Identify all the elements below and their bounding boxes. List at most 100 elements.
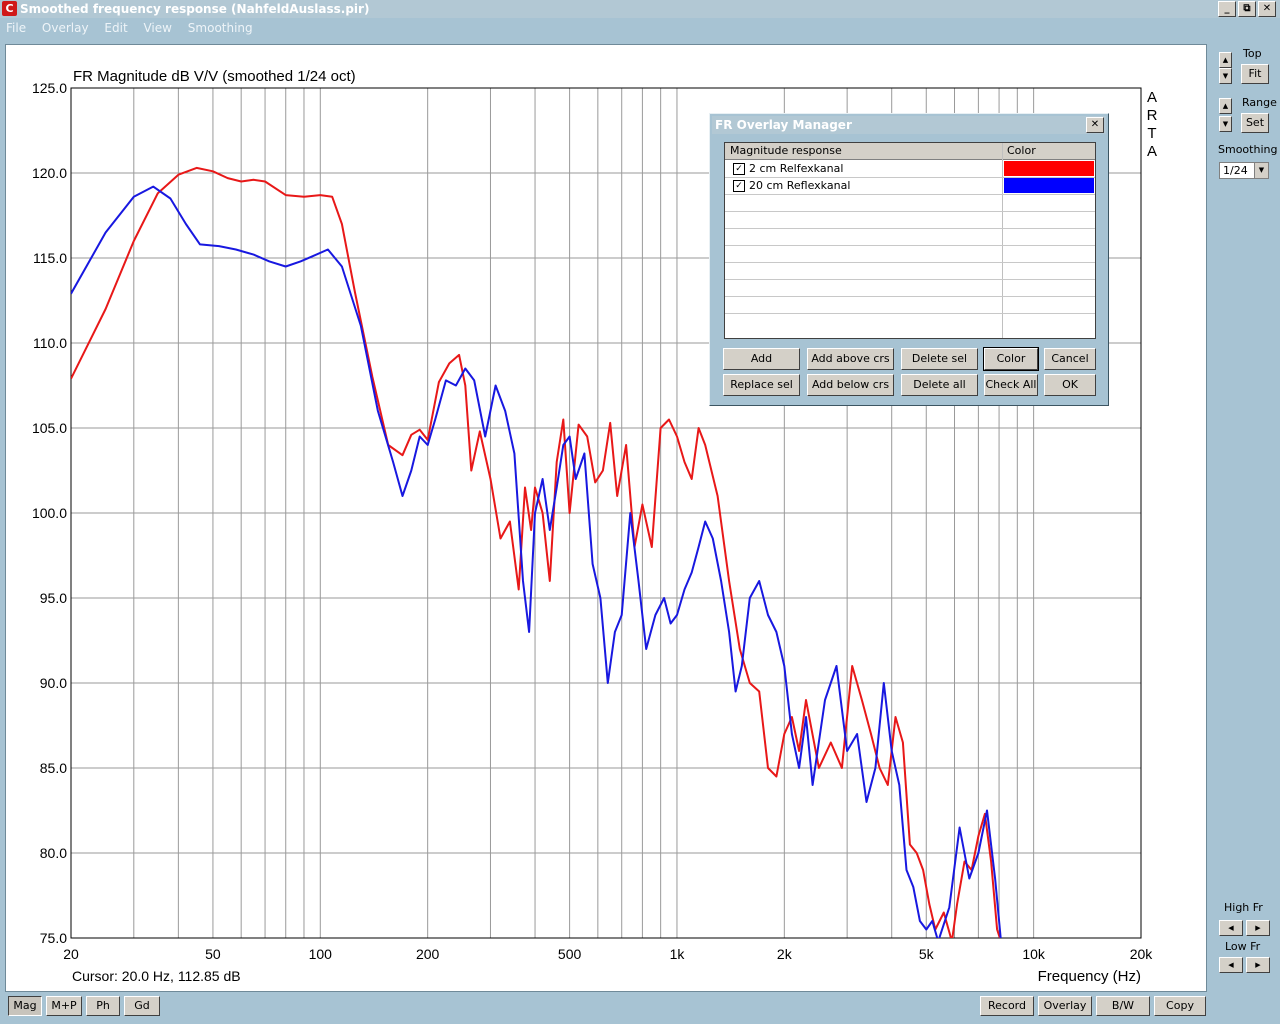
title-bar: C Smoothed frequency response (NahfeldAu… bbox=[0, 0, 1280, 18]
empty-row[interactable] bbox=[725, 262, 1095, 280]
cursor-readout: Cursor: 20.0 Hz, 112.85 dB bbox=[72, 968, 241, 984]
empty-row[interactable] bbox=[725, 296, 1095, 314]
overlay-row-label: 20 cm Reflexkanal bbox=[749, 179, 851, 192]
dialog-title: FR Overlay Manager bbox=[715, 118, 852, 132]
y-tick-label: 85.0 bbox=[40, 760, 67, 776]
y-tick-label: 120.0 bbox=[32, 165, 67, 181]
x-tick-label: 20k bbox=[1130, 946, 1154, 962]
chart-title: FR Magnitude dB V/V (smoothed 1/24 oct) bbox=[73, 68, 356, 85]
empty-row[interactable] bbox=[725, 211, 1095, 229]
overlay-list[interactable]: Magnitude response Color ✓ 2 cm Relfexka… bbox=[724, 142, 1096, 339]
x-tick-label: 2k bbox=[777, 946, 793, 962]
y-tick-label: 115.0 bbox=[33, 250, 67, 266]
menu-bar: File Overlay Edit View Smoothing bbox=[0, 19, 1280, 37]
window-title: Smoothed frequency response (NahfeldAusl… bbox=[20, 2, 370, 16]
top-down-spinner[interactable]: ▼ bbox=[1219, 68, 1232, 84]
overlay-row[interactable]: ✓ 2 cm Relfexkanal bbox=[725, 160, 1095, 178]
overlay-row[interactable]: ✓ 20 cm Reflexkanal bbox=[725, 177, 1095, 195]
chevron-down-icon[interactable]: ▼ bbox=[1254, 163, 1268, 178]
add-button[interactable]: Add bbox=[723, 348, 800, 370]
smoothing-select[interactable]: 1/24 ▼ bbox=[1219, 162, 1269, 179]
low-fr-right-spinner[interactable]: ▶ bbox=[1246, 957, 1270, 973]
low-fr-left-spinner[interactable]: ◀ bbox=[1219, 957, 1243, 973]
empty-row[interactable] bbox=[725, 228, 1095, 246]
check-all-button[interactable]: Check All bbox=[984, 374, 1038, 396]
y-tick-label: 125.0 bbox=[32, 80, 67, 96]
empty-row[interactable] bbox=[725, 245, 1095, 263]
overlay-manager-dialog: FR Overlay Manager ✕ Magnitude response … bbox=[709, 113, 1109, 406]
ok-button[interactable]: OK bbox=[1044, 374, 1096, 396]
y-tick-label: 75.0 bbox=[40, 930, 67, 946]
overlay-color-swatch[interactable] bbox=[1004, 178, 1094, 193]
range-label: Range bbox=[1242, 96, 1277, 109]
dialog-close-button[interactable]: ✕ bbox=[1086, 117, 1104, 133]
minimize-button[interactable]: _ bbox=[1218, 1, 1236, 17]
top-label: Top bbox=[1243, 47, 1262, 60]
overlay-checkbox[interactable]: ✓ bbox=[733, 180, 745, 192]
mag-phase-button[interactable]: M+P bbox=[46, 996, 82, 1016]
top-up-spinner[interactable]: ▲ bbox=[1219, 52, 1232, 68]
overlay-button[interactable]: Overlay bbox=[1038, 996, 1092, 1016]
y-tick-label: 95.0 bbox=[40, 590, 67, 606]
smoothing-label: Smoothing bbox=[1218, 143, 1278, 156]
x-tick-label: 10k bbox=[1022, 946, 1046, 962]
menu-overlay[interactable]: Overlay bbox=[42, 21, 89, 35]
empty-row[interactable] bbox=[725, 313, 1095, 330]
range-down-spinner[interactable]: ▼ bbox=[1219, 116, 1232, 132]
column-color[interactable]: Color bbox=[1007, 143, 1036, 159]
x-tick-label: 50 bbox=[205, 946, 221, 962]
x-tick-label: 100 bbox=[309, 946, 333, 962]
add-below-cursor-button[interactable]: Add below crs bbox=[807, 374, 894, 396]
arta-watermark-letter: R bbox=[1147, 107, 1158, 124]
menu-edit[interactable]: Edit bbox=[104, 21, 127, 35]
arta-watermark-letter: A bbox=[1147, 89, 1157, 106]
delete-selected-button[interactable]: Delete sel bbox=[901, 348, 978, 370]
group-delay-button[interactable]: Gd bbox=[124, 996, 160, 1016]
add-above-cursor-button[interactable]: Add above crs bbox=[807, 348, 894, 370]
smoothing-value: 1/24 bbox=[1223, 164, 1248, 177]
high-fr-label: High Fr bbox=[1224, 901, 1263, 914]
arta-watermark-letter: A bbox=[1147, 143, 1157, 160]
color-button[interactable]: Color bbox=[983, 347, 1039, 371]
delete-all-button[interactable]: Delete all bbox=[901, 374, 978, 396]
overlay-color-swatch[interactable] bbox=[1004, 161, 1094, 176]
copy-button[interactable]: Copy bbox=[1154, 996, 1206, 1016]
low-fr-label: Low Fr bbox=[1225, 940, 1261, 953]
range-up-spinner[interactable]: ▲ bbox=[1219, 98, 1232, 114]
x-tick-label: 200 bbox=[416, 946, 440, 962]
replace-selected-button[interactable]: Replace sel bbox=[723, 374, 800, 396]
restore-button[interactable]: ⧉ bbox=[1238, 1, 1256, 17]
overlay-list-header: Magnitude response Color bbox=[725, 143, 1095, 160]
phase-button[interactable]: Ph bbox=[86, 996, 120, 1016]
overlay-checkbox[interactable]: ✓ bbox=[733, 163, 745, 175]
arta-app-icon[interactable]: C bbox=[2, 1, 17, 16]
mag-button[interactable]: Mag bbox=[8, 996, 42, 1016]
menu-file[interactable]: File bbox=[6, 21, 26, 35]
dialog-title-bar: FR Overlay Manager ✕ bbox=[712, 116, 1106, 134]
window-controls: _ ⧉ ✕ bbox=[1216, 1, 1276, 19]
high-fr-right-spinner[interactable]: ▶ bbox=[1246, 920, 1270, 936]
y-tick-label: 100.0 bbox=[32, 505, 67, 521]
overlay-row-label: 2 cm Relfexkanal bbox=[749, 162, 844, 175]
bw-button[interactable]: B/W bbox=[1096, 996, 1150, 1016]
y-tick-label: 80.0 bbox=[40, 845, 67, 861]
empty-row[interactable] bbox=[725, 279, 1095, 297]
menu-smoothing[interactable]: Smoothing bbox=[188, 21, 253, 35]
x-axis-label: Frequency (Hz) bbox=[1038, 968, 1141, 985]
x-tick-label: 20 bbox=[63, 946, 79, 962]
record-button[interactable]: Record bbox=[980, 996, 1034, 1016]
empty-row[interactable] bbox=[725, 194, 1095, 212]
y-tick-label: 105.0 bbox=[32, 420, 67, 436]
y-tick-label: 110.0 bbox=[33, 335, 67, 351]
x-tick-label: 500 bbox=[558, 946, 582, 962]
fit-button[interactable]: Fit bbox=[1241, 64, 1269, 84]
column-magnitude-response[interactable]: Magnitude response bbox=[730, 143, 842, 159]
close-button[interactable]: ✕ bbox=[1258, 1, 1276, 17]
menu-view[interactable]: View bbox=[143, 21, 171, 35]
arta-watermark-letter: T bbox=[1147, 125, 1156, 142]
cancel-button[interactable]: Cancel bbox=[1044, 348, 1096, 370]
set-button[interactable]: Set bbox=[1241, 113, 1269, 133]
x-tick-label: 1k bbox=[670, 946, 686, 962]
high-fr-left-spinner[interactable]: ◀ bbox=[1219, 920, 1243, 936]
y-tick-label: 90.0 bbox=[40, 675, 67, 691]
